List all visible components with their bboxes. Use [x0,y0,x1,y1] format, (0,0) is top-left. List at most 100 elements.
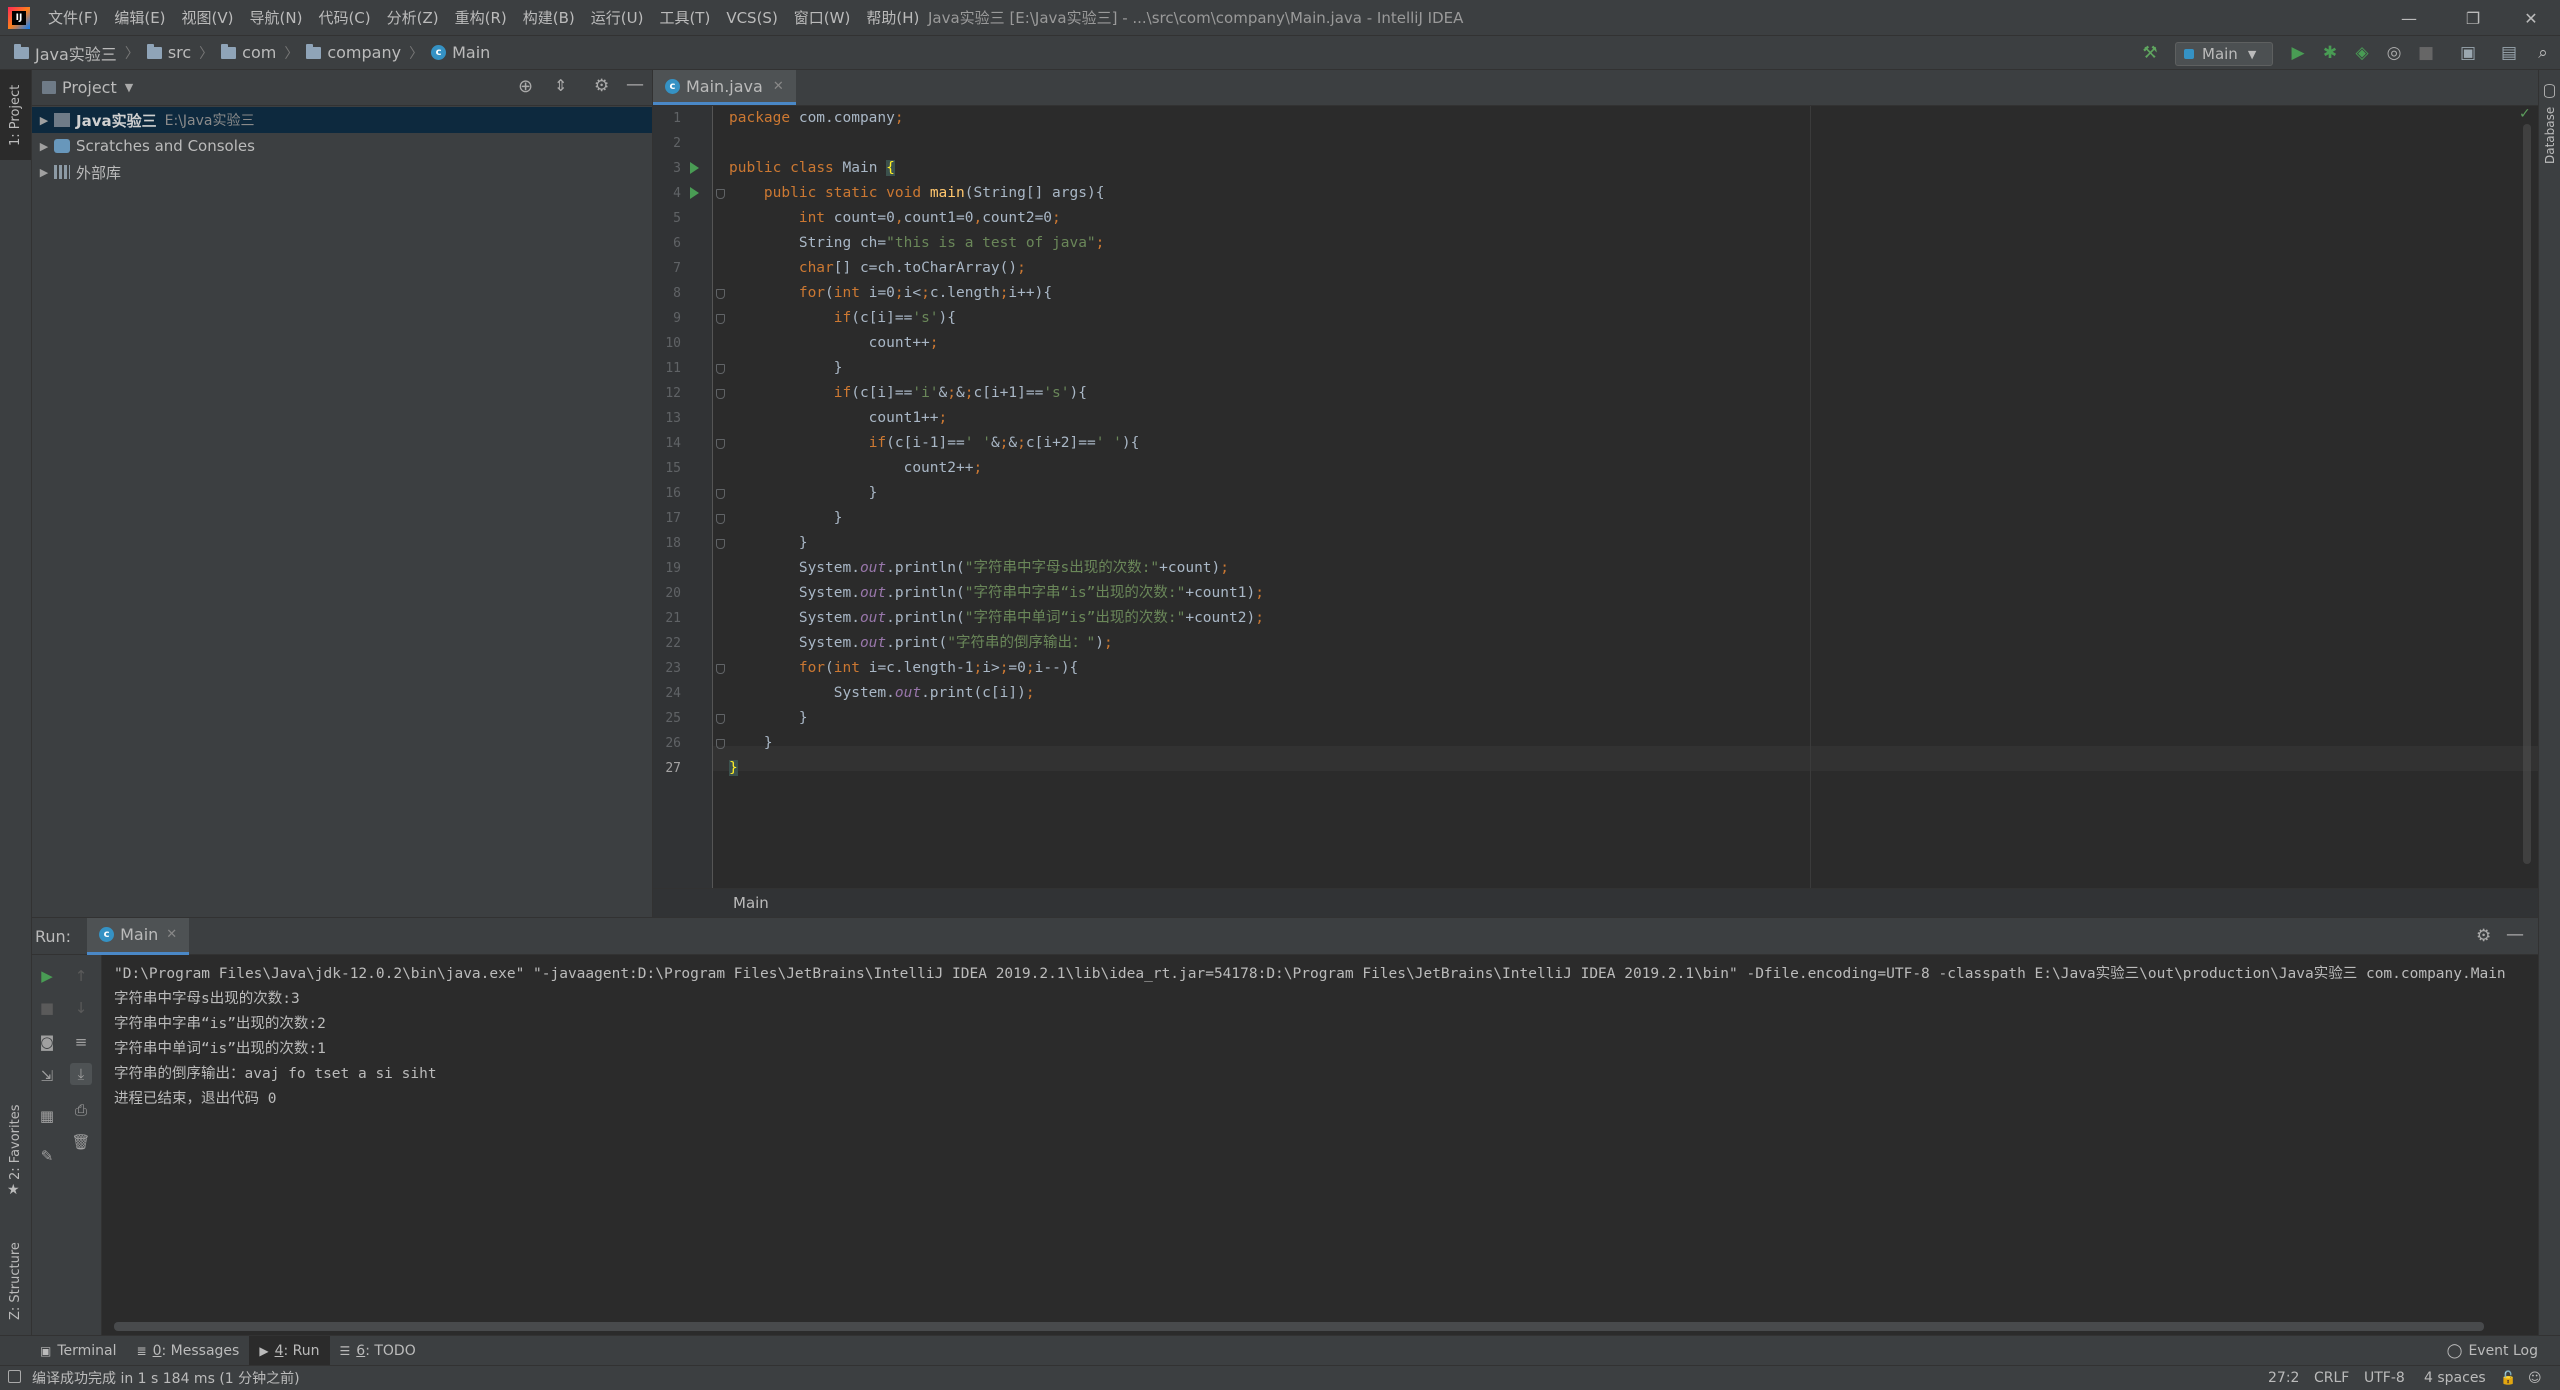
tree-item-external-libraries[interactable]: ▶ 外部库 [32,159,652,185]
structure-tool-tab[interactable]: Z: Structure [8,1242,23,1320]
project-tool-tab[interactable]: 1: Project [0,70,31,160]
menu-refactor[interactable]: 重构(R) [447,0,515,36]
scroll-to-end-icon[interactable]: ⤓ [70,1063,92,1085]
terminal-label: Terminal [57,1342,117,1359]
fold-marker-icon[interactable] [716,314,725,324]
breadcrumb-company[interactable]: company [302,43,405,62]
editor-scrollbar[interactable] [2523,124,2531,864]
run-gutter-icon[interactable] [690,162,699,174]
messages-tool-button[interactable]: ≣ 0: Messages [127,1336,250,1366]
print-icon[interactable]: ⎙ [70,1099,92,1121]
stop-icon[interactable]: ■ [36,997,58,1019]
database-tool-tab[interactable]: Database [2543,107,2557,164]
favorites-tool-tab[interactable]: 2: Favorites [8,1104,23,1180]
gear-icon[interactable]: ⚙ [2476,926,2491,946]
code-line: if(c[i]=='i'&;&;c[i+1]=='s'){ [833,385,1087,401]
terminal-tool-button[interactable]: ▣ Terminal [30,1336,127,1366]
trash-icon[interactable]: 🗑 [70,1131,92,1153]
lock-icon[interactable]: 🔓 [2500,1366,2516,1390]
menu-analyze[interactable]: 分析(Z) [379,0,447,36]
menu-help[interactable]: 帮助(H) [858,0,927,36]
inspector-icon[interactable]: ☺ [2528,1366,2542,1390]
menu-tools[interactable]: 工具(T) [651,0,718,36]
layout-icon[interactable]: ▤ [2494,36,2524,70]
expand-arrow-icon[interactable]: ▶ [34,114,54,127]
close-window-button[interactable]: ✕ [2502,0,2560,36]
run-configuration-select[interactable]: Main ▼ [2175,42,2273,66]
restore-button[interactable]: ❐ [2444,0,2502,36]
close-tab-icon[interactable]: ✕ [166,927,177,942]
layout-grid-icon[interactable]: ▦ [36,1105,58,1127]
breadcrumb-project[interactable]: Java实验三 [10,41,121,65]
stop-icon[interactable]: ■ [2411,36,2441,70]
run-icon[interactable]: ▶ [2283,36,2313,70]
minimize-button[interactable]: — [2380,0,2438,36]
menu-edit[interactable]: 编辑(E) [106,0,173,36]
breadcrumb-src[interactable]: src [143,43,195,62]
gear-icon[interactable]: ⚙ [594,76,609,96]
fold-marker-icon[interactable] [716,664,725,674]
profile-icon[interactable]: ◎ [2379,36,2409,70]
fold-marker-icon[interactable] [716,539,725,549]
tree-item-project-root[interactable]: ▶ Java实验三 E:\Java实验三 [32,107,652,133]
tool-windows-icon[interactable] [8,1370,21,1383]
menu-navigate[interactable]: 导航(N) [242,0,311,36]
fold-marker-icon[interactable] [716,364,725,374]
file-encoding[interactable]: UTF-8 [2364,1366,2405,1390]
soft-wrap-icon[interactable]: ≡ [70,1031,92,1053]
indent-setting[interactable]: 4 spaces [2424,1366,2486,1390]
menu-build[interactable]: 构建(B) [515,0,583,36]
down-arrow-icon[interactable]: ↓ [70,997,92,1019]
event-log-button[interactable]: ◯ Event Log [2447,1336,2538,1366]
up-arrow-icon[interactable]: ↑ [70,965,92,987]
console-horizontal-scrollbar[interactable] [114,1322,2484,1331]
line-separator[interactable]: CRLF [2314,1366,2349,1390]
menu-file[interactable]: 文件(F) [40,0,106,36]
project-structure-icon[interactable]: ▣ [2453,36,2483,70]
restore-layout-icon[interactable]: ⇲ [36,1065,58,1087]
fold-marker-icon[interactable] [716,489,725,499]
fold-marker-icon[interactable] [716,189,725,199]
expand-arrow-icon[interactable]: ▶ [34,166,54,179]
run-with-coverage-icon[interactable]: ◈ [2347,36,2377,70]
hide-panel-icon[interactable]: — [2506,924,2524,945]
rerun-icon[interactable]: ▶ [36,965,58,987]
code-line: } [729,710,808,726]
menu-view[interactable]: 视图(V) [174,0,242,36]
console-output[interactable]: "D:\Program Files\Java\jdk-12.0.2\bin\ja… [114,962,2534,1292]
breadcrumb-com[interactable]: com [217,43,280,62]
caret-position[interactable]: 27:2 [2268,1366,2299,1390]
menu-code[interactable]: 代码(C) [310,0,378,36]
build-hammer-icon[interactable]: ⚒ [2135,36,2165,70]
menu-run[interactable]: 运行(U) [583,0,652,36]
close-tab-icon[interactable]: ✕ [773,79,784,94]
todo-tool-button[interactable]: ☰ 6: TODO [330,1336,426,1366]
tree-item-scratches[interactable]: ▶ Scratches and Consoles [32,133,652,159]
tab-main-java[interactable]: c Main.java ✕ [653,70,796,105]
fold-marker-icon[interactable] [716,289,725,299]
collapse-all-icon[interactable]: ⇕ [554,76,567,95]
code-editor[interactable]: ✓ 1 package com.company; 2 3 public class Ma… [653,106,2538,888]
line-number: 20 [665,586,681,601]
hide-panel-icon[interactable]: — [626,74,644,95]
expand-arrow-icon[interactable]: ▶ [34,140,54,153]
menu-window[interactable]: 窗口(W) [786,0,859,36]
fold-marker-icon[interactable] [716,739,725,749]
run-tool-button[interactable]: ▶ 4: Run [249,1335,330,1366]
breadcrumb-main[interactable]: c Main [427,43,494,62]
chevron-down-icon[interactable]: ▼ [125,81,133,94]
project-view-selector[interactable]: Project [62,78,117,97]
locate-target-icon[interactable]: ⊕ [518,76,533,97]
search-everywhere-icon[interactable]: ⌕ [2528,36,2558,70]
pin-icon[interactable]: ✎ [36,1145,58,1167]
fold-marker-icon[interactable] [716,389,725,399]
camera-icon[interactable]: ◙ [36,1031,58,1053]
menu-vcs[interactable]: VCS(S) [718,0,785,36]
debug-bug-icon[interactable]: ✱ [2315,36,2345,70]
fold-marker-icon[interactable] [716,714,725,724]
run-tab-main[interactable]: c Main ✕ [87,917,190,955]
fold-marker-icon[interactable] [716,439,725,449]
run-gutter-icon[interactable] [690,187,699,199]
fold-marker-icon[interactable] [716,514,725,524]
editor-breadcrumb-main[interactable]: Main [733,894,769,912]
